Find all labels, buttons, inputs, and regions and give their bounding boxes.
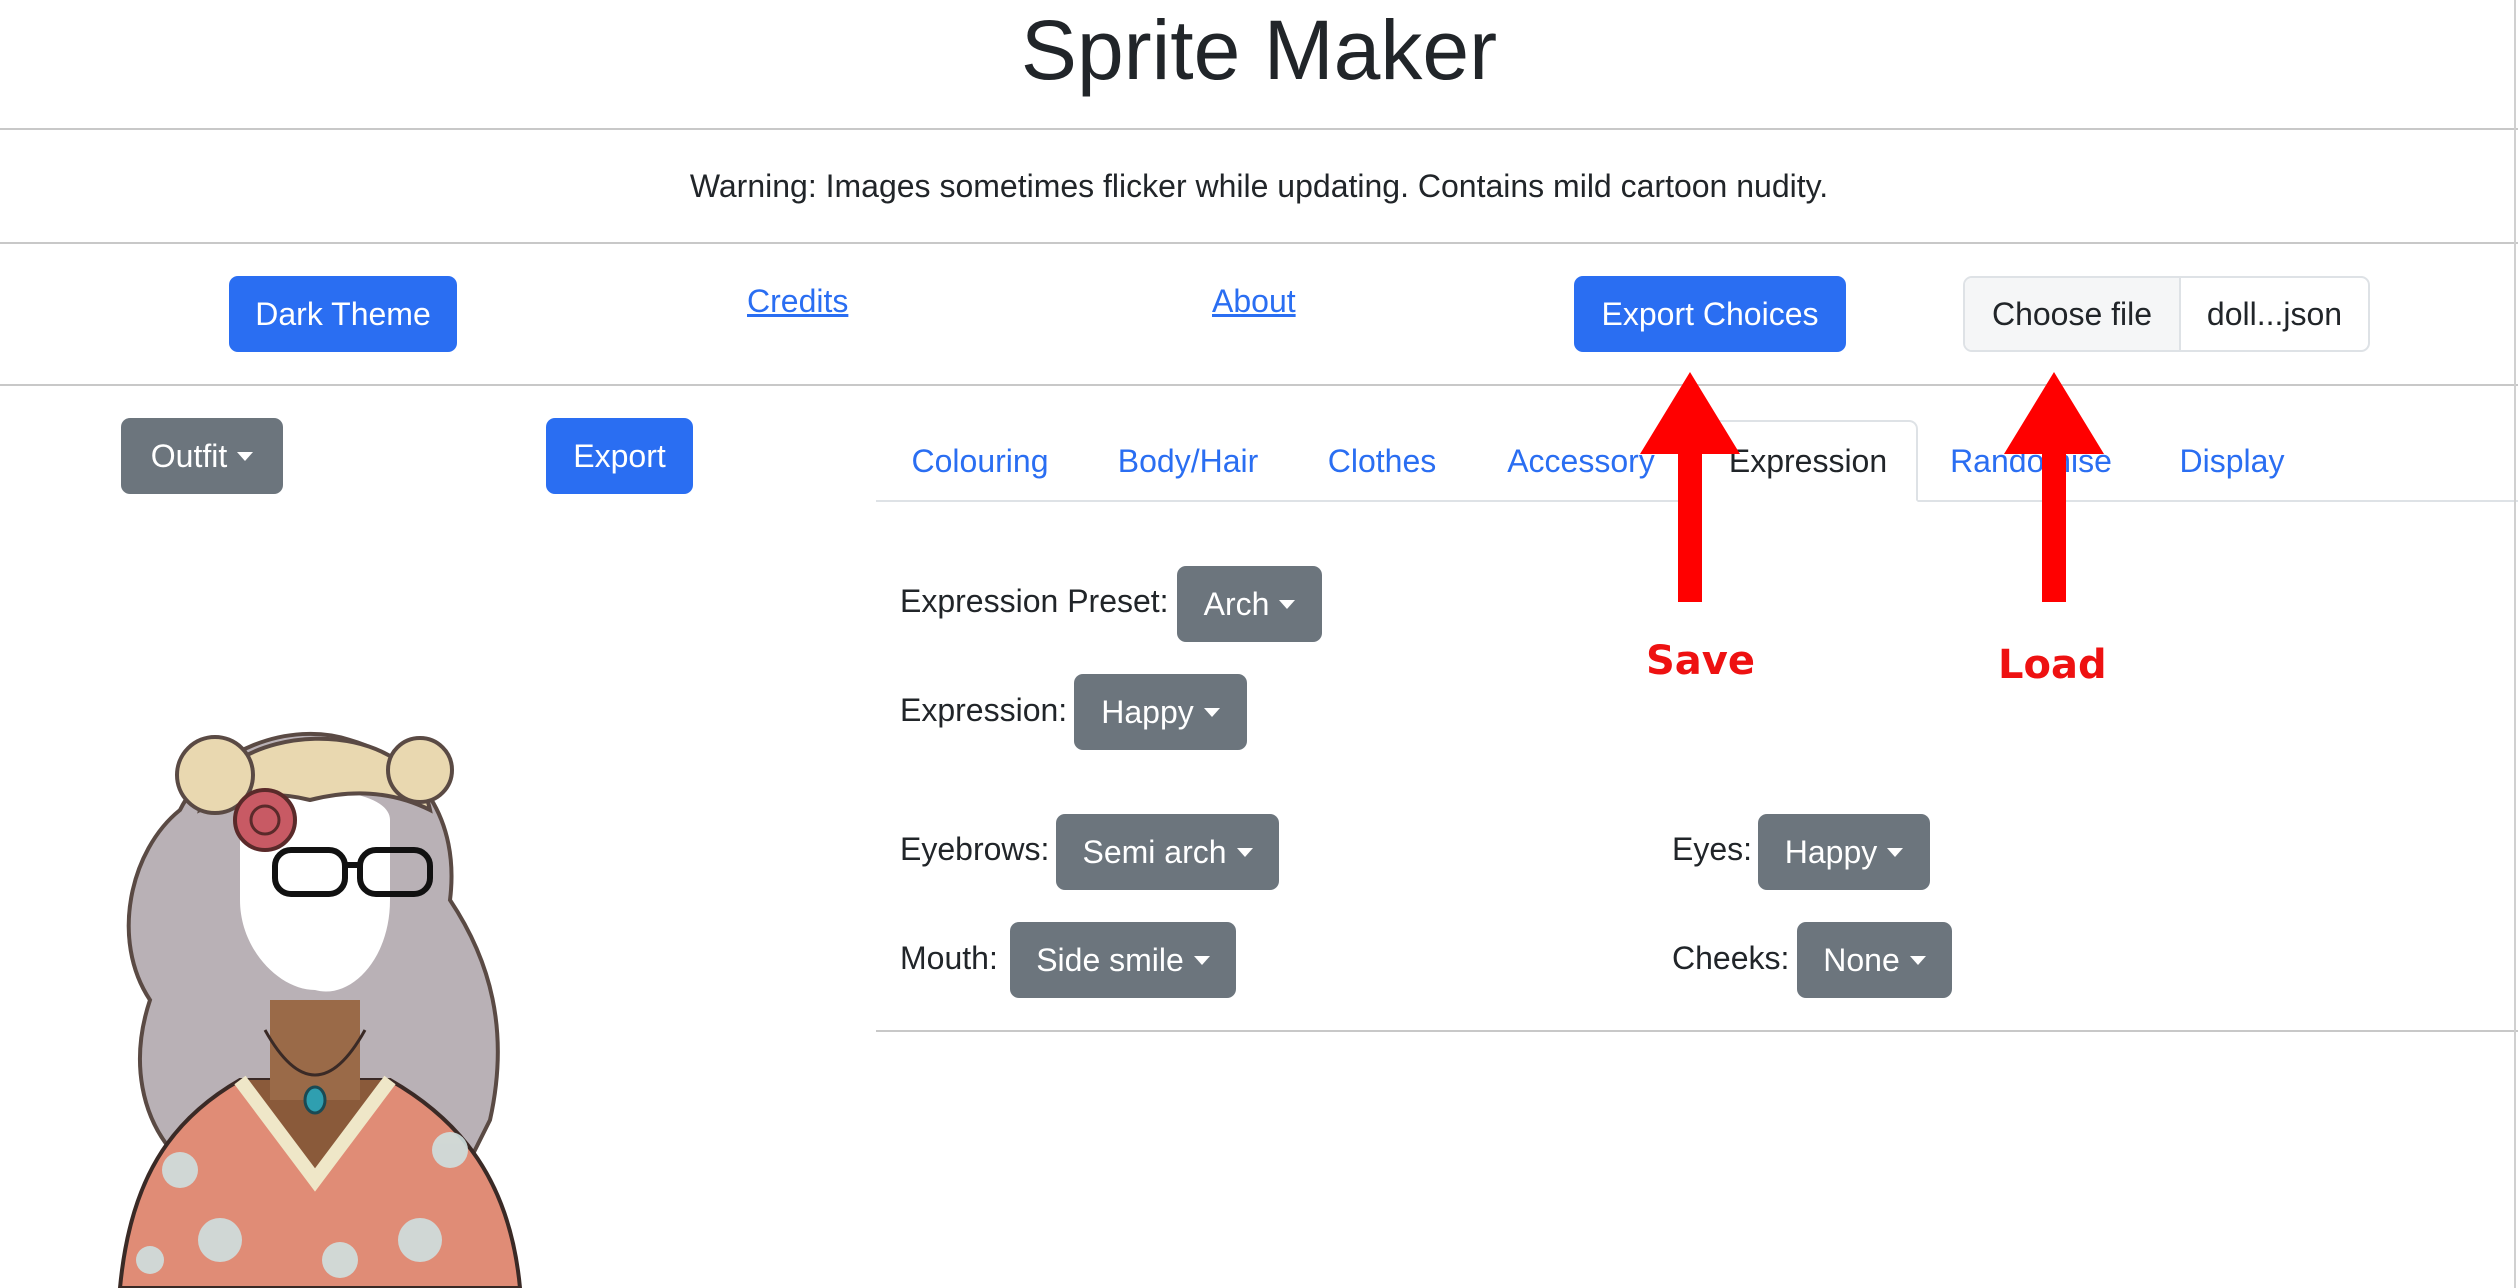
- tab-body-hair[interactable]: Body/Hair: [1105, 420, 1271, 502]
- outfit-label: Outfit: [150, 437, 228, 474]
- credits-link[interactable]: Credits: [747, 281, 848, 321]
- caret-down-icon: [1203, 707, 1220, 717]
- divider: [0, 128, 2518, 130]
- file-name: doll...json: [2206, 295, 2343, 332]
- mouth-value: Side smile: [1036, 941, 1184, 978]
- expression-preset-dropdown[interactable]: Arch: [1177, 566, 1322, 642]
- caret-down-icon: [1909, 955, 1926, 965]
- expression-value: Happy: [1101, 693, 1194, 730]
- expression-label: Expression:: [900, 692, 1068, 728]
- expression-dropdown[interactable]: Happy: [1074, 674, 1247, 750]
- warning-text: Warning: Images sometimes flicker while …: [689, 168, 1829, 204]
- eyebrows-label: Eyebrows:: [900, 831, 1050, 867]
- caret-down-icon: [1193, 955, 1210, 965]
- about-link[interactable]: About: [1212, 281, 1296, 321]
- divider: [0, 384, 2518, 386]
- export-choices-button[interactable]: Export Choices: [1574, 276, 1846, 352]
- load-arrow-icon: [2004, 372, 2104, 602]
- file-input[interactable]: Choose file doll...json: [1963, 276, 2370, 352]
- tab-clothes[interactable]: Clothes: [1312, 420, 1452, 502]
- caret-down-icon: [237, 451, 254, 461]
- mouth-label: Mouth:: [900, 940, 998, 976]
- save-annotation: Save: [1646, 638, 1756, 684]
- expression-preset-label: Expression Preset:: [900, 583, 1169, 619]
- cheeks-label: Cheeks:: [1672, 940, 1790, 976]
- caret-down-icon: [1279, 599, 1296, 609]
- window-edge: [2514, 0, 2516, 1288]
- eyes-dropdown[interactable]: Happy: [1758, 814, 1930, 890]
- eyes-label: Eyes:: [1672, 831, 1753, 867]
- export-button[interactable]: Export: [546, 418, 693, 494]
- expression-preset-value: Arch: [1203, 585, 1270, 622]
- dark-theme-button[interactable]: Dark Theme: [229, 276, 457, 352]
- sprite-preview: [117, 731, 523, 1288]
- page-title: Sprite Maker: [1020, 3, 1498, 97]
- choose-file-button[interactable]: Choose file: [1965, 278, 2181, 350]
- caret-down-icon: [1236, 847, 1253, 857]
- cheeks-dropdown[interactable]: None: [1797, 922, 1952, 998]
- tab-colouring[interactable]: Colouring: [896, 420, 1064, 502]
- save-arrow-icon: [1640, 372, 1740, 602]
- cheeks-value: None: [1823, 941, 1900, 978]
- eyes-value: Happy: [1784, 833, 1878, 870]
- outfit-dropdown[interactable]: Outfit: [121, 418, 283, 494]
- panel-divider: [876, 1030, 2518, 1032]
- load-annotation: Load: [1998, 642, 2107, 688]
- tab-display[interactable]: Display: [2166, 420, 2298, 502]
- eyebrows-value: Semi arch: [1082, 833, 1227, 870]
- caret-down-icon: [1887, 847, 1904, 857]
- mouth-dropdown[interactable]: Side smile: [1010, 922, 1236, 998]
- divider: [0, 242, 2518, 244]
- eyebrows-dropdown[interactable]: Semi arch: [1056, 814, 1279, 890]
